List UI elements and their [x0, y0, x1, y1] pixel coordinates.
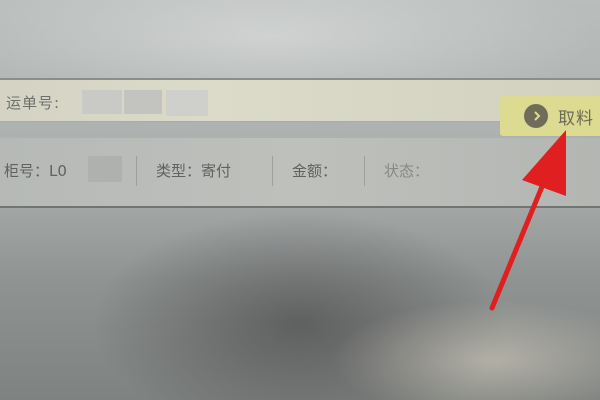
redacted-waybill-number: [82, 90, 122, 114]
redacted-cabinet-number: [88, 156, 122, 182]
waybill-label: 运单号:: [6, 94, 61, 112]
parcel-type: 类型：寄付: [156, 162, 232, 180]
redacted-waybill-number: [166, 90, 208, 116]
amount: 金额：: [292, 162, 338, 180]
light-reflection: [330, 300, 600, 400]
divider: [272, 156, 273, 186]
status: 状态：: [384, 162, 430, 180]
pickup-button[interactable]: 取料: [500, 96, 600, 136]
cabinet-number: 柜号：L0: [4, 162, 67, 180]
pickup-button-label: 取料: [558, 108, 594, 129]
parcel-info-row: 柜号：L0 类型：寄付 金额： 状态：: [0, 138, 600, 208]
divider: [364, 156, 365, 186]
divider: [136, 156, 137, 186]
arrow-right-circle-icon: [524, 104, 548, 128]
redacted-waybill-number: [124, 90, 162, 114]
